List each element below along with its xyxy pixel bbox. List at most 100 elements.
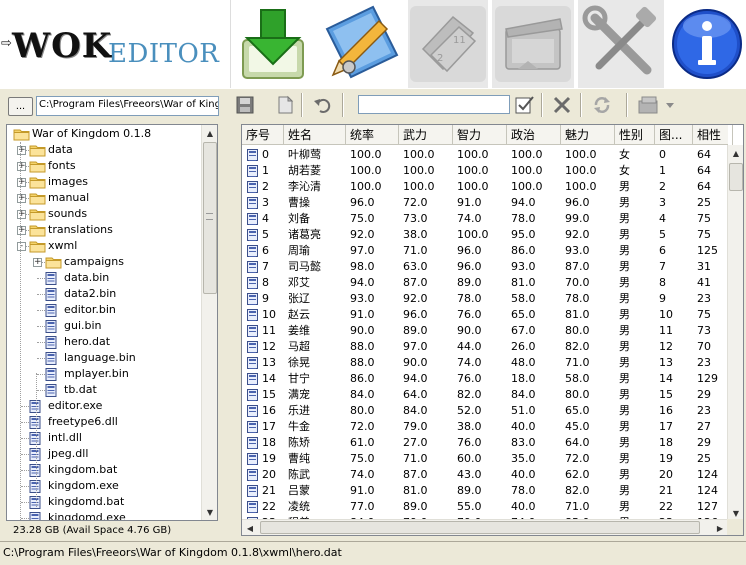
tree-file-item[interactable]: data.bin — [7, 270, 202, 286]
record-icon — [247, 309, 258, 321]
expand-icon[interactable]: + — [17, 146, 26, 155]
delete-button[interactable] — [550, 93, 574, 117]
cards-button[interactable]: 11 2 — [408, 0, 488, 88]
table-cell: 51.0 — [511, 404, 536, 417]
tree-folder-item[interactable]: + images — [7, 174, 202, 190]
edit-button[interactable] — [317, 0, 405, 88]
column-header[interactable]: 政治 — [507, 125, 561, 145]
table-cell: 71.0 — [403, 244, 428, 257]
tree-folder-item[interactable]: + sounds — [7, 206, 202, 222]
grid-horizontal-scrollbar[interactable]: ◀ ▶ — [242, 519, 728, 535]
table-row[interactable]: 19 曹纯 75.0 71.0 60.0 35.0 72.0 男 19 25 — [242, 451, 728, 467]
column-header[interactable]: 统率 — [346, 125, 399, 145]
tree-folder-item[interactable]: + manual — [7, 190, 202, 206]
save-button[interactable] — [233, 93, 257, 117]
export-dropdown-button[interactable] — [634, 93, 678, 117]
tree-file-item[interactable]: hero.dat — [7, 334, 202, 350]
expand-icon[interactable]: + — [17, 226, 26, 235]
expand-icon[interactable]: + — [17, 210, 26, 219]
column-header[interactable]: 武力 — [399, 125, 453, 145]
table-row[interactable]: 2 李沁清 100.0 100.0 100.0 100.0 100.0 男 2 64 — [242, 179, 728, 195]
table-row[interactable]: 21 吕蒙 91.0 81.0 89.0 78.0 82.0 男 21 124 — [242, 483, 728, 499]
grid-scroll-thumb[interactable] — [729, 163, 743, 191]
table-row[interactable]: 4 刘备 75.0 73.0 74.0 78.0 99.0 男 4 75 — [242, 211, 728, 227]
scroll-up-arrow-icon[interactable]: ▲ — [202, 125, 217, 141]
table-row[interactable]: 17 牛金 72.0 79.0 38.0 40.0 45.0 男 17 27 — [242, 419, 728, 435]
browse-button[interactable]: ... — [8, 97, 33, 116]
table-cell: 86.0 — [350, 372, 375, 385]
undo-icon — [314, 98, 331, 113]
scroll-down-arrow-icon[interactable]: ▼ — [202, 504, 217, 520]
expand-icon[interactable]: + — [17, 162, 26, 171]
column-header[interactable]: 姓名 — [284, 125, 346, 145]
find-button[interactable] — [512, 93, 536, 117]
tree-file-item[interactable]: language.bin — [7, 350, 202, 366]
hero-data-grid[interactable]: 序号 姓名 统率 武力 智力 政治 魅力 性别 图... 相性 0 叶柳莺 100.0 100.0 100… — [241, 124, 744, 536]
search-input[interactable] — [358, 95, 510, 114]
path-input[interactable]: C:\Program Files\Freeors\War of Kingdom … — [36, 96, 219, 116]
table-row[interactable]: 10 赵云 91.0 96.0 76.0 65.0 81.0 男 10 75 — [242, 307, 728, 323]
table-cell: 78.0 — [565, 292, 590, 305]
grid-vertical-scrollbar[interactable]: ▲ ▼ — [727, 145, 743, 521]
scroll-left-arrow-icon[interactable]: ◀ — [242, 520, 258, 535]
file-icon — [45, 368, 57, 381]
table-row[interactable]: 16 乐进 80.0 84.0 52.0 51.0 65.0 男 16 23 — [242, 403, 728, 419]
table-row[interactable]: 22 凌统 77.0 89.0 55.0 40.0 71.0 男 22 127 — [242, 499, 728, 515]
column-header[interactable]: 序号 — [242, 125, 284, 145]
table-cell: 司马懿 — [288, 260, 321, 273]
column-header[interactable]: 相性 — [693, 125, 733, 145]
table-cell: 6 — [659, 244, 666, 257]
tree-folder-item[interactable]: + campaigns — [7, 254, 202, 270]
grid-hscroll-thumb[interactable] — [260, 521, 700, 534]
table-cell: 3 — [262, 196, 269, 209]
tree-file-item[interactable]: gui.bin — [7, 318, 202, 334]
table-row[interactable]: 7 司马懿 98.0 63.0 96.0 93.0 87.0 男 7 31 — [242, 259, 728, 275]
tree-folder-item[interactable]: + data — [7, 142, 202, 158]
table-cell: 18.0 — [511, 372, 536, 385]
table-row[interactable]: 12 马超 88.0 97.0 44.0 26.0 82.0 男 12 70 — [242, 339, 728, 355]
pane-splitter[interactable] — [219, 124, 239, 536]
table-row[interactable]: 15 满宠 84.0 64.0 82.0 84.0 80.0 男 15 29 — [242, 387, 728, 403]
tree-file-item[interactable]: editor.bin — [7, 302, 202, 318]
table-row[interactable]: 3 曹操 96.0 72.0 91.0 94.0 96.0 男 3 25 — [242, 195, 728, 211]
table-row[interactable]: 18 陈矫 61.0 27.0 76.0 83.0 64.0 男 18 29 — [242, 435, 728, 451]
tree-folder-item[interactable]: + fonts — [7, 158, 202, 174]
expand-icon[interactable]: + — [17, 194, 26, 203]
tree-folder-item[interactable]: + translations — [7, 222, 202, 238]
table-row[interactable]: 5 诸葛亮 92.0 38.0 100.0 95.0 92.0 男 5 75 — [242, 227, 728, 243]
tools-button[interactable] — [578, 0, 664, 88]
collapse-icon[interactable]: - — [17, 242, 26, 251]
column-header[interactable]: 图... — [655, 125, 693, 145]
video-button[interactable] — [492, 0, 574, 88]
tree-item-label: data2.bin — [64, 287, 117, 300]
tree-folder-item[interactable]: - xwml — [7, 238, 202, 254]
file-tree[interactable]: War of Kingdom 0.1.8 + data + fonts + images + m… — [6, 124, 218, 521]
info-button[interactable] — [668, 0, 746, 88]
tree-folder-item[interactable]: War of Kingdom 0.1.8 — [7, 126, 202, 142]
expand-icon[interactable]: + — [17, 178, 26, 187]
table-row[interactable]: 1 胡若菱 100.0 100.0 100.0 100.0 100.0 女 1 64 — [242, 163, 728, 179]
open-button[interactable] — [233, 0, 313, 88]
column-header[interactable]: 智力 — [453, 125, 507, 145]
table-row[interactable]: 20 陈武 74.0 87.0 43.0 40.0 62.0 男 20 124 — [242, 467, 728, 483]
table-cell: 100.0 — [457, 180, 489, 193]
new-button[interactable] — [273, 93, 297, 117]
refresh-button[interactable] — [590, 93, 614, 117]
tree-file-item[interactable]: data2.bin — [7, 286, 202, 302]
column-header[interactable]: 魅力 — [561, 125, 615, 145]
table-row[interactable]: 11 姜维 90.0 89.0 90.0 67.0 80.0 男 11 73 — [242, 323, 728, 339]
table-row[interactable]: 14 甘宁 86.0 94.0 76.0 18.0 58.0 男 14 129 — [242, 371, 728, 387]
table-row[interactable]: 0 叶柳莺 100.0 100.0 100.0 100.0 100.0 女 0 64 — [242, 147, 728, 163]
table-row[interactable]: 9 张辽 93.0 92.0 78.0 58.0 78.0 男 9 23 — [242, 291, 728, 307]
tree-file-item[interactable]: kingdomd.exe — [7, 510, 202, 520]
scroll-right-arrow-icon[interactable]: ▶ — [712, 520, 728, 535]
expand-icon[interactable]: + — [33, 258, 42, 267]
table-cell: 81.0 — [565, 308, 590, 321]
tree-vertical-scrollbar[interactable]: ▲ ▼ — [201, 125, 217, 520]
table-row[interactable]: 8 邓艾 94.0 87.0 89.0 81.0 70.0 男 8 41 — [242, 275, 728, 291]
undo-button[interactable] — [310, 93, 334, 117]
scroll-up-arrow-icon[interactable]: ▲ — [728, 145, 743, 161]
column-header[interactable]: 性别 — [615, 125, 655, 145]
table-row[interactable]: 13 徐晃 88.0 90.0 74.0 48.0 71.0 男 13 23 — [242, 355, 728, 371]
table-row[interactable]: 6 周瑜 97.0 71.0 96.0 86.0 93.0 男 6 125 — [242, 243, 728, 259]
